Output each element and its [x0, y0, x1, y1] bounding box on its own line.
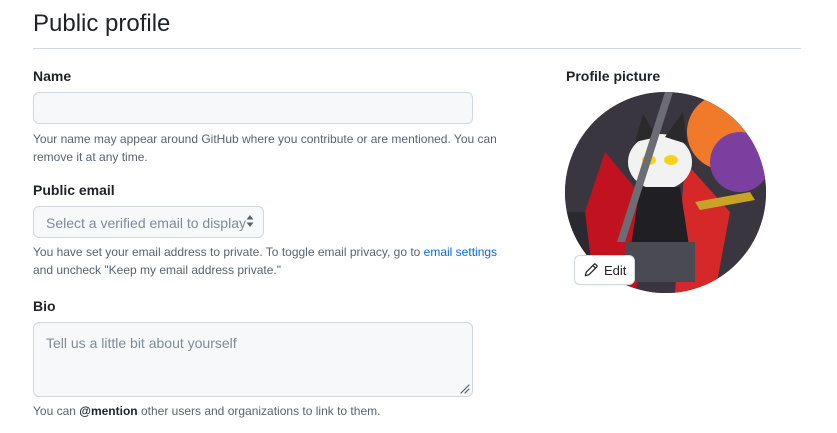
- profile-picture-label: Profile picture: [566, 68, 661, 84]
- edit-label: Edit: [604, 263, 627, 278]
- bio-note: You can @mention other users and organiz…: [33, 402, 513, 420]
- page-title: Public profile: [33, 10, 171, 37]
- bio-note-text: You can: [33, 404, 80, 418]
- public-email-note: You have set your email address to priva…: [33, 243, 513, 279]
- name-input[interactable]: [33, 92, 473, 124]
- bio-note-text-after: other users and organizations to link to…: [137, 404, 381, 418]
- email-note-text-after: and uncheck "Keep my email address priva…: [33, 263, 281, 277]
- pencil-icon: [584, 263, 598, 277]
- bio-placeholder: Tell us a little bit about yourself: [46, 335, 237, 351]
- email-settings-link[interactable]: email settings: [424, 245, 497, 259]
- public-email-label: Public email: [33, 182, 115, 198]
- mention-keyword: @mention: [79, 404, 138, 418]
- title-divider: [33, 48, 801, 49]
- select-caret-icon: [246, 215, 254, 227]
- public-email-selected-value: Select a verified email to display: [46, 215, 246, 231]
- edit-avatar-button[interactable]: Edit: [574, 255, 635, 285]
- email-note-text: You have set your email address to priva…: [33, 245, 424, 259]
- bio-textarea[interactable]: Tell us a little bit about yourself: [33, 322, 473, 397]
- public-email-select[interactable]: Select a verified email to display: [33, 206, 264, 238]
- name-note: Your name may appear around GitHub where…: [33, 132, 497, 164]
- bio-label: Bio: [33, 298, 56, 314]
- name-label: Name: [33, 68, 72, 84]
- resize-handle-icon[interactable]: [459, 383, 470, 394]
